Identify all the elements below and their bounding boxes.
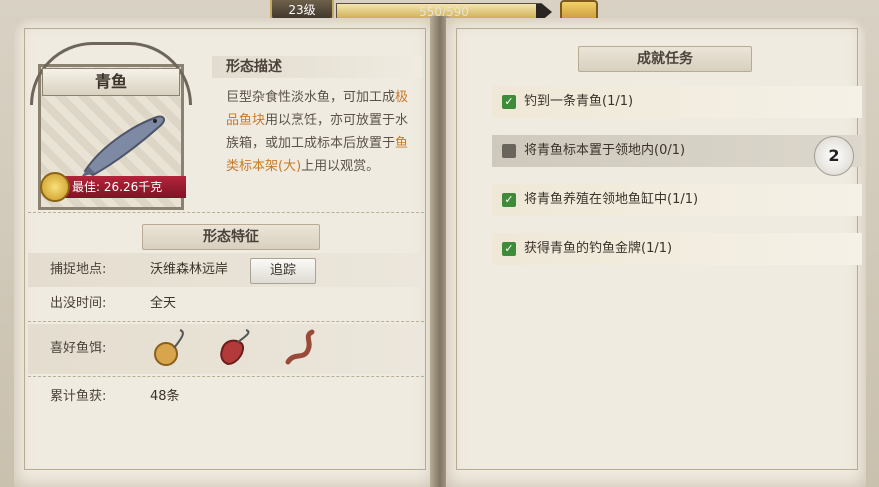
divider xyxy=(28,321,424,322)
checkbox-checked-icon: ✓ xyxy=(502,193,516,207)
checkbox-empty-icon xyxy=(502,144,516,158)
worm-bait-icon xyxy=(285,329,315,365)
divider xyxy=(28,212,424,213)
checkbox-checked-icon: ✓ xyxy=(502,95,516,109)
task-row[interactable]: ✓ 获得青鱼的钓鱼金牌(1/1) xyxy=(492,233,862,265)
description-text: 巨型杂食性淡水鱼，可加工成极品鱼块用以烹饪，亦可放置于水族箱，或加工成标本后放置… xyxy=(226,86,414,178)
fish-name: 青鱼 xyxy=(42,68,180,96)
features-title: 形态特征 xyxy=(142,224,320,250)
task-label: 获得青鱼的钓鱼金牌(1/1) xyxy=(524,241,673,256)
divider xyxy=(28,376,424,377)
task-label: 钓到一条青鱼(1/1) xyxy=(524,94,634,109)
catch-value: 48条 xyxy=(150,389,180,404)
location-row: 捕捉地点: 沃维森林远岸 追踪 xyxy=(28,253,424,287)
description-title: 形态描述 xyxy=(226,59,282,75)
track-button[interactable]: 追踪 xyxy=(250,258,316,284)
fish-icon xyxy=(81,115,165,177)
checkbox-checked-icon: ✓ xyxy=(502,242,516,256)
catch-label: 累计鱼获: xyxy=(50,389,107,404)
task-row[interactable]: ✓ 钓到一条青鱼(1/1) xyxy=(492,86,862,118)
location-value: 沃维森林远岸 xyxy=(150,262,229,277)
time-row: 出没时间: 全天 xyxy=(28,287,424,321)
description-segment: 巨型杂食性淡水鱼，可加工成 xyxy=(226,90,396,105)
task-label: 将青鱼养殖在领地鱼缸中(1/1) xyxy=(524,192,699,207)
fish-card: 青鱼 最佳: 26.26千克 xyxy=(24,34,194,210)
pin-badge[interactable]: 2 xyxy=(814,136,854,176)
gold-medal-icon xyxy=(40,172,70,202)
location-label: 捕捉地点: xyxy=(50,262,107,277)
task-row[interactable]: ✓ 将青鱼养殖在领地鱼缸中(1/1) xyxy=(492,184,862,216)
task-row[interactable]: 将青鱼标本置于领地内(0/1) xyxy=(492,135,862,167)
game-scene: 23级 550/590 青鱼 最佳: 26.26千克 形态描述 巨型杂食性淡水鱼… xyxy=(0,0,879,487)
task-label: 将青鱼标本置于领地内(0/1) xyxy=(524,143,686,158)
time-value: 全天 xyxy=(150,296,177,311)
time-label: 出没时间: xyxy=(50,296,107,311)
meat-chunk-bait-icon xyxy=(220,329,250,366)
achievements-title: 成就任务 xyxy=(578,46,752,72)
catch-row: 累计鱼获: 48条 xyxy=(28,380,424,414)
description-segment: 上用以观赏。 xyxy=(301,159,380,174)
bait-label: 喜好鱼饵: xyxy=(50,341,107,356)
description-header: 形态描述 xyxy=(212,56,422,78)
bread-ball-bait-icon xyxy=(154,329,184,366)
